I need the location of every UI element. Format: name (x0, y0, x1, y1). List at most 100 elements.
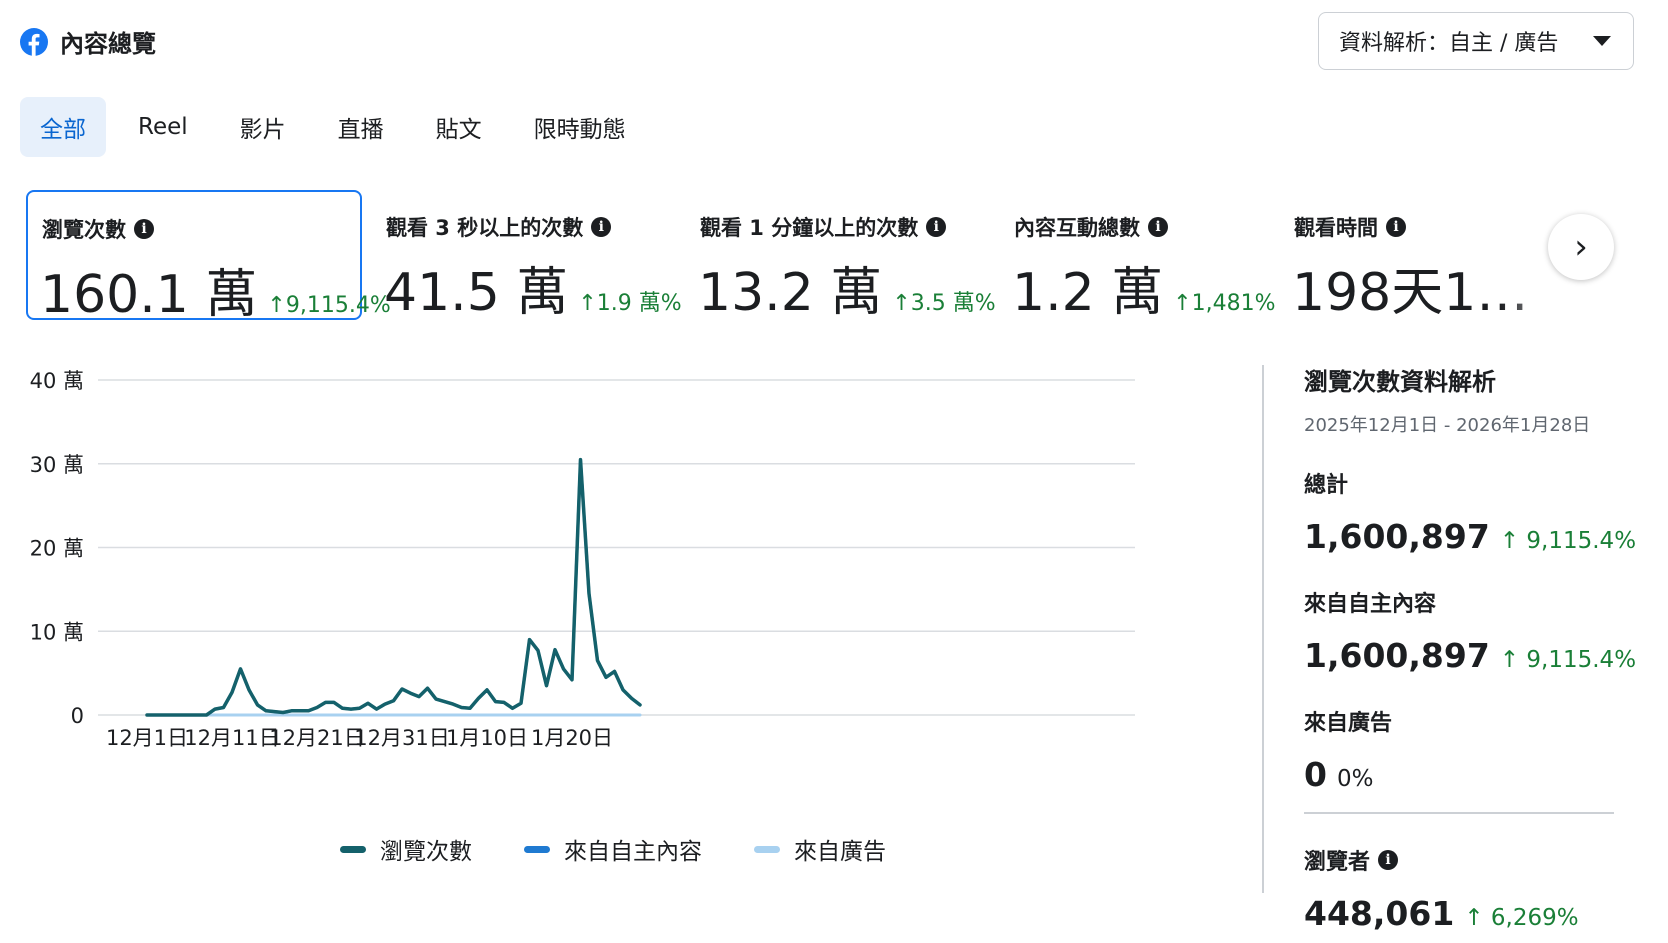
arrow-up-icon: ↑ (1173, 291, 1192, 316)
metric-value: 1.2 萬 (1012, 263, 1164, 323)
metric-value: 198天1… (1292, 263, 1529, 323)
legend-swatch (340, 845, 366, 853)
metric-value-row: 160.1 萬 ↑ 9,115.4% (40, 252, 391, 327)
legend-item-views[interactable]: 瀏覽次數 (340, 832, 472, 866)
facebook-logo-icon (20, 27, 48, 56)
legend-label: 來自廣告 (794, 839, 886, 865)
chevron-right-icon: › (1574, 227, 1588, 267)
arrow-up-icon: ↑ (578, 291, 597, 316)
metric-label-text: 內容互動總數 (1014, 216, 1140, 240)
organic-value: 1,600,897 (1304, 636, 1490, 675)
metric-label-text: 瀏覽次數 (42, 218, 126, 242)
section-divider (1304, 812, 1614, 814)
metric-value-row: 1.2 萬 ↑ 1,481% (1012, 250, 1276, 325)
arrow-up-icon: ↑ (1499, 528, 1527, 554)
metric-value-row: 41.5 萬 ↑ 1.9 萬% (384, 250, 682, 325)
metric-value-row: 13.2 萬 ↑ 3.5 萬% (698, 250, 996, 325)
metric-value: 41.5 萬 (384, 263, 569, 323)
content-type-tabs: 全部 Reel 影片 直播 貼文 限時動態 (20, 97, 646, 157)
info-icon[interactable]: i (1148, 217, 1168, 237)
ads-label: 來自廣告 (1304, 705, 1614, 737)
breakdown-label: 資料解析：自主 / 廣告 (1339, 31, 1559, 56)
arrow-up-icon: ↑ (1499, 647, 1527, 673)
tab-posts[interactable]: 貼文 (416, 97, 502, 157)
metric-label-text: 觀看 1 分鐘以上的次數 (700, 216, 919, 240)
x-tick-label: 12月1日 (106, 726, 188, 750)
arrow-up-icon: ↑ (892, 291, 911, 316)
views-chart: 0 10 萬 20 萬 30 萬 40 萬 12月1日 12月11日 12月21日 12月31日… (0, 360, 1230, 880)
organic-value-row: 1,600,897 ↑ 9,115.4% (1304, 636, 1636, 675)
info-icon[interactable]: i (1378, 850, 1399, 870)
caret-down-icon (1593, 36, 1611, 46)
tab-all[interactable]: 全部 (20, 97, 106, 157)
legend-label: 瀏覽次數 (380, 839, 472, 865)
x-tick-label: 12月11日 (184, 726, 279, 750)
total-label-text: 總計 (1304, 473, 1349, 498)
tab-live[interactable]: 直播 (318, 97, 404, 157)
ads-value: 0 (1304, 755, 1327, 794)
metric-label: 觀看 1 分鐘以上的次數 i (700, 212, 947, 242)
total-value-row: 1,600,897 ↑ 9,115.4% (1304, 517, 1636, 556)
info-icon[interactable]: i (1386, 217, 1406, 237)
organic-label: 來自自主內容 (1304, 586, 1614, 618)
metric-delta: 1.9 萬% (596, 291, 682, 316)
metric-label: 瀏覽次數 i (42, 214, 154, 244)
views-line-chart: 0 10 萬 20 萬 30 萬 40 萬 12月1日12月11日12月21日12月31日… (30, 369, 1135, 750)
y-tick-label: 40 萬 (30, 369, 84, 393)
metrics-carousel: 瀏覽次數 i 160.1 萬 ↑ 9,115.4% 觀看 3 秒以上的次數 i 4… (26, 190, 1636, 325)
chart-legend: 瀏覽次數 來自自主內容 來自廣告 (340, 832, 886, 866)
metric-delta: 3.5 萬% (910, 291, 996, 316)
total-value: 1,600,897 (1304, 517, 1490, 556)
viewers-value: 448,061 (1304, 894, 1455, 933)
tab-reel[interactable]: Reel (118, 97, 208, 157)
total-delta: 9,115.4% (1526, 528, 1637, 554)
series-line-views (145, 457, 642, 717)
views-breakdown-panel: 瀏覽次數資料解析 2025年12月1日 - 2026年1月28日 總計 1,60… (1304, 362, 1636, 933)
metric-card-watch-time[interactable]: 觀看時間 i 198天1… (1280, 190, 1570, 323)
y-tick-label: 30 萬 (30, 453, 84, 477)
page-header: 內容總覽 (20, 24, 156, 59)
viewers-value-row: 448,061 ↑ 6,269% (1304, 894, 1614, 933)
metric-value-row: 198天1… (1292, 250, 1528, 325)
metric-label-text: 觀看時間 (1294, 216, 1378, 240)
legend-item-organic[interactable]: 來自自主內容 (524, 832, 702, 866)
organic-delta: 9,115.4% (1526, 647, 1637, 673)
x-tick-label: 1月20日 (531, 726, 613, 750)
viewers-label-text: 瀏覽者 (1304, 850, 1371, 875)
panel-divider (1262, 365, 1264, 893)
metric-value: 13.2 萬 (698, 263, 883, 323)
info-icon[interactable]: i (134, 219, 154, 239)
arrow-up-icon: ↑ (1464, 905, 1491, 931)
viewers-delta: 6,269% (1490, 905, 1579, 931)
y-tick-label: 0 (71, 704, 84, 728)
page-title: 內容總覽 (60, 30, 156, 58)
metric-card-views[interactable]: 瀏覽次數 i 160.1 萬 ↑ 9,115.4% (26, 190, 391, 325)
metric-card-3s-views[interactable]: 觀看 3 秒以上的次數 i 41.5 萬 ↑ 1.9 萬% (372, 190, 682, 323)
breakdown-dropdown[interactable]: 資料解析：自主 / 廣告 (1318, 12, 1634, 70)
ads-label-text: 來自廣告 (1304, 711, 1393, 736)
legend-swatch (524, 845, 550, 853)
tab-videos[interactable]: 影片 (220, 97, 306, 157)
breakdown-title: 瀏覽次數資料解析 (1304, 368, 1496, 396)
date-range: 2025年12月1日 - 2026年1月28日 (1304, 415, 1591, 436)
viewers-label: 瀏覽者 i (1304, 844, 1614, 876)
metric-label: 觀看時間 i (1294, 212, 1406, 242)
metric-delta: 1,481% (1191, 291, 1276, 316)
ads-delta: 0% (1336, 766, 1374, 792)
x-tick-label: 1月10日 (446, 726, 528, 750)
legend-item-ads[interactable]: 來自廣告 (754, 832, 886, 866)
info-icon[interactable]: i (926, 217, 947, 237)
carousel-next-button[interactable]: › (1548, 214, 1614, 280)
info-icon[interactable]: i (591, 217, 612, 237)
ads-value-row: 0 0% (1304, 755, 1614, 794)
x-tick-label: 12月21日 (269, 726, 364, 750)
metric-label-text: 觀看 3 秒以上的次數 (386, 216, 584, 240)
x-tick-label: 12月31日 (354, 726, 449, 750)
metric-card-interactions[interactable]: 內容互動總數 i 1.2 萬 ↑ 1,481% (1000, 190, 1280, 323)
total-label: 總計 (1304, 467, 1614, 499)
metric-label: 內容互動總數 i (1014, 212, 1168, 242)
metric-value: 160.1 萬 (40, 265, 258, 325)
tab-stories[interactable]: 限時動態 (514, 97, 646, 157)
metric-card-1min-views[interactable]: 觀看 1 分鐘以上的次數 i 13.2 萬 ↑ 3.5 萬% (686, 190, 996, 323)
organic-label-text: 來自自主內容 (1304, 592, 1437, 617)
